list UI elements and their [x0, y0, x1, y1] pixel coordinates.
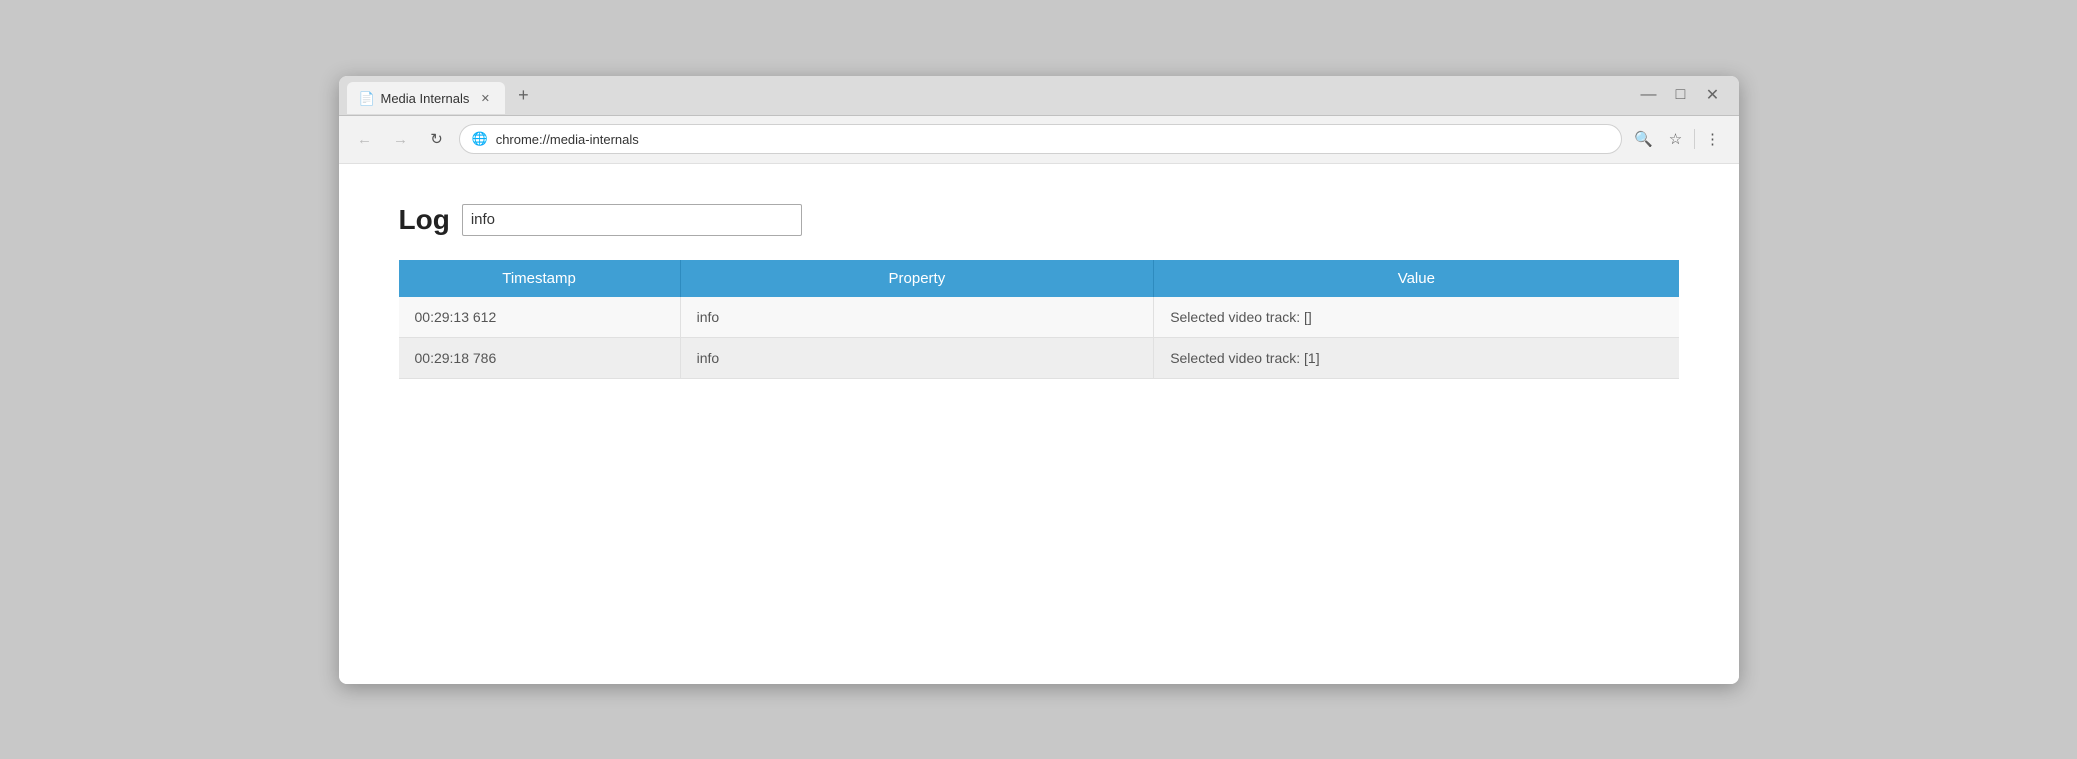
address-bar-row: ← → ↻ 🌐 chrome://media-internals 🔍 ☆ ⋮ [339, 116, 1739, 164]
star-icon: ☆ [1669, 130, 1682, 148]
maximize-button[interactable]: □ [1671, 85, 1691, 105]
data-table: Timestamp Property Value 00:29:13 612inf… [399, 260, 1679, 379]
table-row: 00:29:18 786infoSelected video track: [1… [399, 337, 1679, 378]
back-button[interactable]: ← [351, 125, 379, 153]
page-content: Log Timestamp Property Value 00:29:13 61… [339, 164, 1739, 684]
log-label-row: Log [399, 204, 1679, 236]
browser-window: 📄 Media Internals ✕ + — □ ✕ ← → ↻ 🌐 chro… [339, 76, 1739, 684]
close-button[interactable]: ✕ [1703, 85, 1723, 105]
cell-value: Selected video track: [] [1154, 297, 1679, 338]
browser-tab[interactable]: 📄 Media Internals ✕ [347, 82, 506, 114]
menu-icon: ⋮ [1705, 130, 1720, 148]
tab-close-button[interactable]: ✕ [477, 90, 493, 106]
table-row: 00:29:13 612infoSelected video track: [] [399, 297, 1679, 338]
log-label: Log [399, 204, 450, 236]
cell-timestamp: 00:29:13 612 [399, 297, 681, 338]
log-section: Log Timestamp Property Value 00:29:13 61… [399, 204, 1679, 379]
col-header-timestamp: Timestamp [399, 260, 681, 297]
table-header: Timestamp Property Value [399, 260, 1679, 297]
address-field[interactable]: 🌐 chrome://media-internals [459, 124, 1622, 154]
minimize-button[interactable]: — [1639, 85, 1659, 105]
cell-value: Selected video track: [1] [1154, 337, 1679, 378]
toolbar-separator [1694, 129, 1695, 149]
search-icon: 🔍 [1634, 130, 1653, 148]
forward-button[interactable]: → [387, 125, 415, 153]
menu-button[interactable]: ⋮ [1699, 125, 1727, 153]
new-tab-button[interactable]: + [509, 81, 537, 109]
window-controls: — □ ✕ [1639, 85, 1731, 105]
table-body: 00:29:13 612infoSelected video track: []… [399, 297, 1679, 379]
cell-property: info [680, 337, 1154, 378]
log-filter-input[interactable] [462, 204, 802, 236]
tab-title: Media Internals [381, 91, 470, 106]
secure-icon: 🌐 [472, 131, 488, 147]
tab-page-icon: 📄 [359, 91, 373, 105]
col-header-value: Value [1154, 260, 1679, 297]
address-actions: 🔍 ☆ ⋮ [1630, 125, 1727, 153]
col-header-property: Property [680, 260, 1154, 297]
cell-timestamp: 00:29:18 786 [399, 337, 681, 378]
search-button[interactable]: 🔍 [1630, 125, 1658, 153]
table-header-row: Timestamp Property Value [399, 260, 1679, 297]
title-bar: 📄 Media Internals ✕ + — □ ✕ [339, 76, 1739, 116]
cell-property: info [680, 297, 1154, 338]
bookmark-button[interactable]: ☆ [1662, 125, 1690, 153]
address-text: chrome://media-internals [496, 132, 639, 147]
reload-button[interactable]: ↻ [423, 125, 451, 153]
